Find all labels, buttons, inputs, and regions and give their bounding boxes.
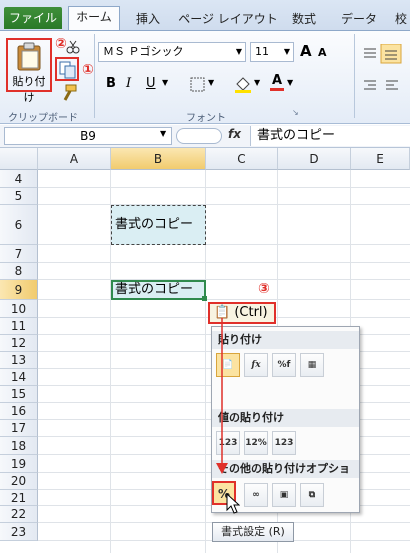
row-header[interactable]: 9	[0, 280, 38, 300]
row-header[interactable]: 5	[0, 188, 38, 205]
copy-icon	[59, 61, 76, 79]
row-header[interactable]: 7	[0, 245, 38, 263]
alignment-icons	[364, 44, 402, 64]
font-name-value: ＭＳ Ｐゴシック	[103, 45, 184, 58]
row-header[interactable]: 22	[0, 506, 38, 523]
clipboard-group-label: クリップボード	[8, 113, 78, 124]
format-painter-icon[interactable]	[60, 84, 78, 102]
underline-button[interactable]: U	[146, 76, 156, 91]
section-other-paste: その他の貼り付けオプション	[212, 460, 359, 493]
row-header[interactable]: 14	[0, 369, 38, 386]
grid-line	[38, 187, 410, 188]
row-header[interactable]: 4	[0, 170, 38, 188]
row-header[interactable]: 15	[0, 386, 38, 403]
indent-icons	[364, 80, 398, 90]
formula-bar: B9 ▼ fx 書式のコピー	[0, 125, 410, 148]
red-arrow	[216, 318, 228, 474]
paste-keep-source-formatting-icon[interactable]: ▦	[300, 353, 324, 377]
grid-line	[38, 262, 410, 263]
paste-values-source-formatting-icon[interactable]: 123	[272, 431, 296, 455]
bold-button[interactable]: B	[106, 76, 116, 91]
clipboard-icon	[17, 42, 41, 71]
font-name-combo[interactable]: ＭＳ Ｐゴシック ▼	[98, 42, 246, 62]
cell-b6[interactable]: 書式のコピー	[111, 205, 206, 245]
column-header[interactable]: A	[38, 148, 111, 170]
tab-insert[interactable]: 挿入	[130, 9, 166, 30]
paste-formulas-icon[interactable]: fx	[244, 353, 268, 377]
group-separator	[354, 34, 355, 118]
paste-options-label: (Ctrl)	[234, 305, 268, 320]
chevron-down-icon[interactable]: ▼	[284, 43, 290, 61]
insert-function-icon[interactable]: fx	[228, 127, 241, 141]
group-separator	[94, 34, 95, 118]
column-header[interactable]: E	[351, 148, 410, 170]
grid-line	[38, 244, 410, 245]
grid-line	[38, 204, 410, 205]
ribbon-tab-bar: ファイル ホーム 挿入 ページ レイアウト 数式 データ 校	[0, 0, 410, 31]
paste-options-menu: 貼り付け 📄 fx %f ▦ 値の貼り付け 123 12% 123 その他の貼り…	[211, 326, 360, 513]
section-paste: 貼り付け	[212, 331, 359, 349]
formula-bar-toggle[interactable]	[176, 128, 222, 144]
column-header[interactable]: B	[111, 148, 206, 170]
column-header[interactable]: D	[278, 148, 351, 170]
name-box[interactable]: B9	[4, 127, 172, 145]
chevron-down-icon[interactable]: ▼	[160, 129, 166, 138]
select-all-corner[interactable]	[0, 148, 38, 170]
paste-picture-icon[interactable]: ▣	[272, 483, 296, 507]
font-size-combo[interactable]: 11 ▼	[250, 42, 294, 62]
row-header[interactable]: 16	[0, 403, 38, 420]
fill-handle[interactable]	[202, 296, 207, 301]
italic-button[interactable]: I	[126, 76, 131, 91]
tooltip: 書式設定 (R)	[212, 522, 294, 542]
tab-file[interactable]: ファイル	[4, 7, 62, 29]
formula-input[interactable]: 書式のコピー	[250, 126, 410, 146]
font-size-value: 11	[255, 45, 269, 58]
copy-button[interactable]	[55, 57, 79, 81]
grid-line	[38, 299, 410, 300]
font-group-label: フォント	[186, 113, 226, 124]
row-header[interactable]: 10	[0, 300, 38, 318]
dialog-launcher-icon[interactable]: ↘	[292, 108, 299, 117]
shrink-font-button[interactable]: A	[318, 46, 327, 59]
tab-formulas[interactable]: 数式	[282, 9, 326, 30]
font-color-icon[interactable]: A	[270, 73, 284, 91]
row-header[interactable]: 21	[0, 490, 38, 506]
grow-font-button[interactable]: A	[300, 42, 312, 60]
paste-link-icon[interactable]: ∞	[244, 483, 268, 507]
mouse-cursor-icon	[226, 493, 240, 514]
tab-page-layout[interactable]: ページ レイアウト	[178, 9, 278, 30]
paste-values-number-format-icon[interactable]: 12%	[244, 431, 268, 455]
row-header[interactable]: 20	[0, 473, 38, 490]
cut-icon[interactable]	[66, 40, 80, 54]
row-header[interactable]: 19	[0, 455, 38, 473]
marker-3: ③	[258, 281, 270, 297]
section-paste-values: 値の貼り付け	[212, 409, 359, 427]
row-header[interactable]: 8	[0, 263, 38, 280]
paste-formulas-number-format-icon[interactable]: %f	[272, 353, 296, 377]
borders-icon[interactable]	[190, 77, 206, 93]
row-header[interactable]: 6	[0, 205, 38, 245]
chevron-down-icon[interactable]: ▼	[287, 78, 293, 87]
row-header[interactable]: 13	[0, 352, 38, 369]
row-header[interactable]: 17	[0, 420, 38, 437]
paste-button[interactable]: 貼り付け	[6, 38, 52, 104]
row-header[interactable]: 12	[0, 335, 38, 352]
tab-home[interactable]: ホーム	[68, 6, 120, 31]
chevron-down-icon[interactable]: ▼	[162, 78, 168, 87]
chevron-down-icon[interactable]: ▼	[254, 78, 260, 87]
cell-b9-selected[interactable]: 書式のコピー	[111, 280, 206, 300]
grid-line	[38, 279, 410, 280]
row-header[interactable]: 11	[0, 318, 38, 335]
paste-linked-picture-icon[interactable]: ⧉	[300, 483, 324, 507]
fill-color-icon[interactable]	[234, 75, 252, 93]
row-header[interactable]: 23	[0, 523, 38, 541]
row-header[interactable]: 18	[0, 437, 38, 455]
chevron-down-icon[interactable]: ▼	[208, 78, 214, 87]
tab-data[interactable]: データ	[336, 9, 382, 30]
paste-label: 貼り付け	[12, 75, 46, 104]
chevron-down-icon[interactable]: ▼	[236, 43, 242, 61]
tab-review[interactable]: 校	[392, 9, 410, 30]
marker-1: ①	[82, 62, 94, 78]
column-header[interactable]: C	[206, 148, 278, 170]
